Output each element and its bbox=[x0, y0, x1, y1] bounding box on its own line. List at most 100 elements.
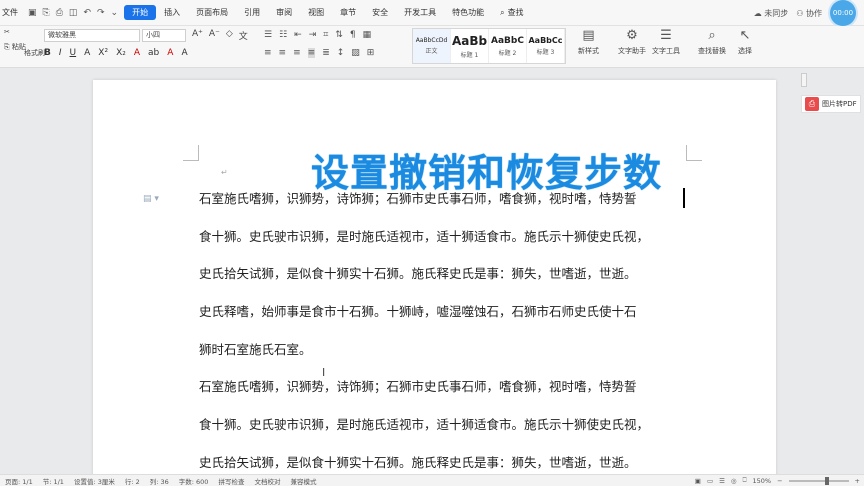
underline-icon[interactable]: U bbox=[70, 48, 77, 58]
view-print-icon[interactable]: ▣ bbox=[695, 477, 701, 485]
indent-icon[interactable]: ⇥ bbox=[309, 30, 317, 40]
char-border-icon[interactable]: A bbox=[181, 48, 187, 58]
phonetic-icon[interactable]: 文 bbox=[239, 29, 248, 42]
superscript-icon[interactable]: X² bbox=[98, 48, 108, 58]
sync-status[interactable]: ☁ 未同步 bbox=[754, 8, 789, 19]
view-outline-icon[interactable]: ☰ bbox=[719, 477, 725, 485]
menu-bar: 文件 ▣ ⎘ ⎙ ◫ ↶ ↷ ⌄ 开始 插入 页面布局 引用 审阅 视图 章节 … bbox=[0, 0, 864, 26]
bold-icon[interactable]: B bbox=[44, 48, 51, 58]
tab-security[interactable]: 安全 bbox=[364, 7, 396, 18]
shading-icon[interactable]: ▨ bbox=[351, 48, 360, 58]
border-icon[interactable]: ⊞ bbox=[367, 48, 375, 58]
undo-icon[interactable]: ↶ bbox=[83, 8, 91, 18]
view-full-icon[interactable]: ▭ bbox=[707, 477, 713, 485]
show-marks-icon[interactable]: ¶ bbox=[350, 30, 356, 40]
tab-developer[interactable]: 开发工具 bbox=[396, 7, 444, 18]
line-spacing-icon[interactable]: ↕ bbox=[337, 48, 345, 58]
preview-icon[interactable]: ◫ bbox=[69, 8, 78, 18]
format-painter-button[interactable]: 格式刷 bbox=[24, 48, 45, 58]
format-painter-label: 格式刷 bbox=[24, 49, 45, 57]
zoom-in-icon[interactable]: + bbox=[855, 477, 860, 485]
collab-button[interactable]: ⚇ 协作 bbox=[796, 8, 822, 19]
style-heading-1[interactable]: AaBb 标题 1 bbox=[451, 29, 489, 63]
bullets-icon[interactable]: ☰ bbox=[264, 30, 272, 40]
chinese-layout-icon[interactable]: ⌗ bbox=[323, 30, 328, 40]
print-icon[interactable]: ⎙ bbox=[56, 8, 63, 18]
strikethrough-icon[interactable]: A bbox=[84, 48, 90, 58]
scroll-indicator[interactable] bbox=[801, 73, 807, 87]
document-page[interactable]: 设置撤销和恢复步数 ↵ 石室施氏嗜狮，识狮势，诗饰狮；石狮市史氏事石师，嗜食狮，… bbox=[93, 80, 776, 480]
italic-icon[interactable]: I bbox=[59, 48, 62, 58]
paragraph-row-2: ≡ ≡ ≡ ≡ ≣ ↕ ▨ ⊞ bbox=[264, 48, 374, 58]
search-box[interactable]: ⌕ 查找 bbox=[492, 7, 531, 18]
borders-icon[interactable]: ▦ bbox=[363, 30, 372, 40]
tab-references[interactable]: 引用 bbox=[236, 7, 268, 18]
align-left-icon[interactable]: ≡ bbox=[264, 48, 272, 58]
style-normal[interactable]: AaBbCcDd 正文 bbox=[413, 29, 451, 63]
sort-icon[interactable]: ⇅ bbox=[335, 30, 343, 40]
new-style-button[interactable]: ▤ 新样式 bbox=[578, 28, 599, 56]
view-web-icon[interactable]: ◎ bbox=[731, 477, 737, 485]
tab-features[interactable]: 特色功能 bbox=[444, 7, 492, 18]
outdent-icon[interactable]: ⇤ bbox=[294, 30, 302, 40]
align-center-icon[interactable]: ≡ bbox=[279, 48, 287, 58]
image-to-pdf-button[interactable]: ⎙ 图片转PDF bbox=[801, 95, 861, 113]
document-body[interactable]: 石室施氏嗜狮，识狮势，诗饰狮；石狮市史氏事石师，嗜食狮，视时嗜，恃势誓 食十狮。… bbox=[199, 187, 689, 486]
spell-check-button[interactable]: 拼写检查 bbox=[213, 476, 249, 486]
text-assistant-button[interactable]: ⚙ 文字助手 bbox=[618, 28, 646, 56]
clear-format-icon[interactable]: ◇ bbox=[226, 29, 233, 42]
font-size-controls: A⁺ A⁻ ◇ 文 bbox=[192, 29, 248, 42]
text-color-icon[interactable]: A bbox=[167, 48, 173, 58]
select-button[interactable]: ↖ 选择 bbox=[738, 28, 752, 56]
text-line: 史氏拾矢试狮，是似食十狮实十石狮。施氏释史氏是事：狮失，世嗜逝，世逝。 bbox=[199, 266, 637, 282]
text-cursor bbox=[683, 188, 685, 208]
justify-icon[interactable]: ≡ bbox=[307, 48, 316, 58]
highlight-icon[interactable]: ab bbox=[148, 48, 159, 58]
font-name-select[interactable]: 微软雅黑 bbox=[44, 29, 140, 42]
font-size-select[interactable]: 小四 bbox=[142, 29, 186, 42]
more-icon[interactable]: ⌄ bbox=[111, 8, 119, 18]
find-replace-button[interactable]: ⌕ 查找替换 bbox=[698, 28, 726, 56]
style-name: 标题 3 bbox=[536, 49, 555, 56]
tab-view[interactable]: 视图 bbox=[300, 7, 332, 18]
status-page[interactable]: 页面: 1/1 bbox=[0, 476, 38, 486]
zoom-thumb[interactable] bbox=[824, 476, 829, 485]
subscript-icon[interactable]: X₂ bbox=[116, 48, 126, 58]
search-label: 查找 bbox=[507, 8, 524, 17]
grow-font-icon[interactable]: A⁺ bbox=[192, 29, 203, 42]
tab-review[interactable]: 审阅 bbox=[268, 7, 300, 18]
tab-chapter[interactable]: 章节 bbox=[332, 7, 364, 18]
export-icon[interactable]: ⎘ bbox=[43, 8, 50, 18]
style-preview: AaBbCc bbox=[528, 36, 563, 45]
cut-button[interactable]: ✂ bbox=[4, 28, 26, 36]
shrink-font-icon[interactable]: A⁻ bbox=[209, 29, 220, 42]
zoom-out-icon[interactable]: − bbox=[777, 477, 782, 485]
style-heading-2[interactable]: AaBbC 标题 2 bbox=[489, 29, 527, 63]
zoom-slider[interactable] bbox=[788, 476, 849, 485]
tab-page-layout[interactable]: 页面布局 bbox=[188, 7, 236, 18]
font-color-icon[interactable]: A bbox=[134, 48, 140, 58]
select-label: 选择 bbox=[738, 47, 752, 55]
distributed-icon[interactable]: ≣ bbox=[322, 48, 330, 58]
status-words[interactable]: 字数: 600 bbox=[174, 476, 214, 486]
status-right: ▣ ▭ ☰ ◎ ⎕ 150% − + bbox=[695, 476, 860, 485]
zoom-level[interactable]: 150% bbox=[753, 477, 772, 485]
view-read-icon[interactable]: ⎕ bbox=[743, 476, 747, 485]
status-col: 列: 36 bbox=[149, 477, 169, 486]
align-right-icon[interactable]: ≡ bbox=[293, 48, 301, 58]
numbering-icon[interactable]: ☷ bbox=[279, 30, 287, 40]
text-tools-button[interactable]: ☰ 文字工具 bbox=[652, 28, 680, 56]
copy-button[interactable]: ⎘ 粘贴 bbox=[4, 42, 26, 52]
save-icon[interactable]: ▣ bbox=[28, 8, 37, 18]
margin-corner-top-right bbox=[686, 145, 702, 161]
paragraph-layout-icon[interactable]: ▤ ▾ bbox=[143, 194, 159, 204]
find-replace-icon: ⌕ bbox=[708, 28, 716, 43]
redo-icon[interactable]: ↷ bbox=[97, 8, 105, 18]
style-heading-3[interactable]: AaBbCc 标题 3 bbox=[527, 29, 565, 63]
tab-home[interactable]: 开始 bbox=[124, 5, 157, 20]
tab-insert[interactable]: 插入 bbox=[156, 7, 188, 18]
timer-bubble[interactable]: 00:00 bbox=[830, 0, 856, 26]
new-style-icon: ▤ bbox=[582, 28, 595, 43]
file-menu[interactable]: 文件 bbox=[0, 7, 22, 18]
proofread-button[interactable]: 文档校对 bbox=[249, 476, 285, 486]
